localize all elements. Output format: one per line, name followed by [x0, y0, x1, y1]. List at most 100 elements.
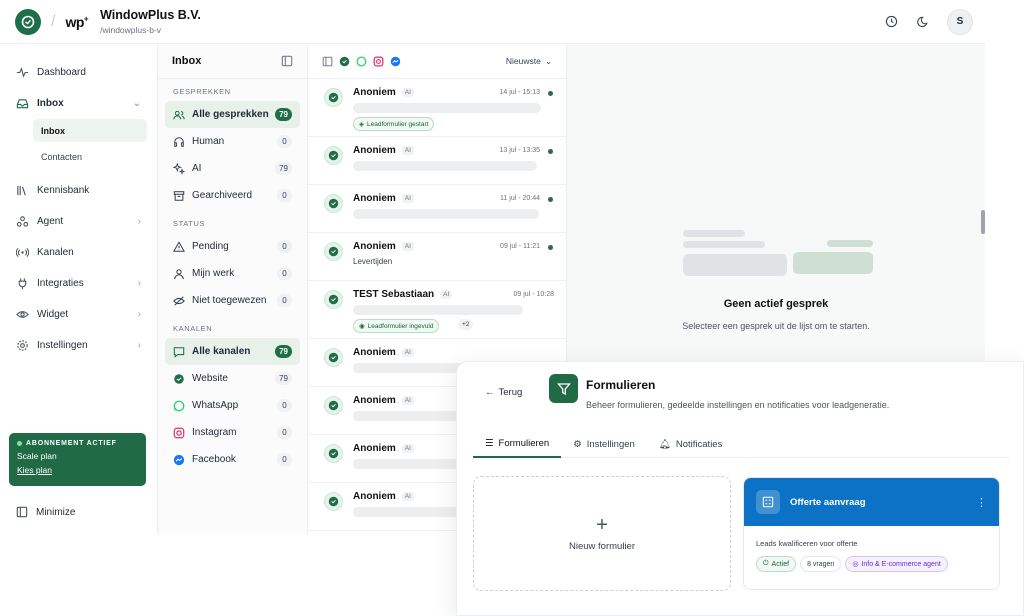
instagram-icon[interactable]: [373, 56, 384, 67]
conversation-item[interactable]: Anoniem AI 13 jul - 13:35: [308, 137, 566, 185]
filter-ai[interactable]: AI 79: [165, 155, 300, 182]
sidebar-item-label: Kanalen: [37, 247, 74, 258]
filter-label: Alle gesprekken: [192, 109, 269, 120]
scrollbar-thumb[interactable]: [981, 210, 985, 234]
org-switcher[interactable]: WindowPlus B.V. /windowplus-b-v: [100, 8, 201, 35]
power-icon: ⏻: [763, 560, 769, 567]
filter-label: Facebook: [192, 454, 236, 465]
panel-toggle-icon[interactable]: [281, 55, 293, 67]
forms-title: Formulieren: [586, 378, 656, 392]
chevron-right-icon[interactable]: ›: [138, 278, 141, 289]
forms-tabs: ☰ Formulieren ⚙ Instellingen 🔔︎ Notifica…: [473, 430, 1009, 458]
status-badge: ⏻ Actief: [756, 556, 797, 572]
brand-logo[interactable]: wp+: [65, 14, 88, 30]
filter-label: Niet toegewezen: [192, 295, 267, 306]
arrow-left-icon: ←: [485, 387, 495, 398]
ai-tag: AI: [401, 492, 414, 501]
user-avatar[interactable]: S: [947, 8, 973, 35]
tab-notificaties[interactable]: 🔔︎ Notificaties: [647, 430, 735, 458]
sidebar-item-kennisbank[interactable]: Kennisbank: [0, 175, 157, 206]
eye-icon: [16, 311, 29, 318]
moon-icon[interactable]: [915, 14, 931, 30]
filter-label: Alle kanalen: [192, 346, 251, 357]
breadcrumb-separator: /: [51, 12, 56, 30]
tab-label: Notificaties: [675, 438, 723, 450]
choose-plan-link[interactable]: Kies plan: [17, 465, 138, 475]
org-name: WindowPlus B.V.: [100, 8, 201, 22]
bell-icon: 🔔︎: [658, 438, 671, 450]
filter-instagram[interactable]: Instagram 0: [165, 419, 300, 446]
top-bar: / wp+ WindowPlus B.V. /windowplus-b-v S: [0, 0, 985, 44]
conversation-time: 09 jul - 10:28: [513, 291, 554, 298]
filter-alle-kanalen[interactable]: Alle kanalen 79: [165, 338, 300, 365]
more-vertical-icon[interactable]: ⋮: [976, 496, 987, 509]
questions-badge: 8 vragen: [800, 556, 842, 572]
filter-mijn-werk[interactable]: Mijn werk 0: [165, 260, 300, 287]
tab-formulieren[interactable]: ☰ Formulieren: [473, 430, 562, 458]
app-logo[interactable]: [15, 8, 41, 35]
messenger-icon[interactable]: [390, 56, 401, 67]
sidebar-item-dashboard[interactable]: Dashboard: [0, 57, 157, 88]
filter-niet-toegewezen[interactable]: Niet toegewezen 0: [165, 287, 300, 314]
ai-tag: AI: [401, 146, 414, 155]
conversation-item[interactable]: Anoniem AI 09 jul - 11:21 Levertijden: [308, 233, 566, 281]
form-card[interactable]: Offerte aanvraag ⋮ Leads kwalificeren vo…: [743, 477, 1000, 590]
lead-form-badge: ◈ Leadformulier gestart: [353, 117, 435, 131]
filter-human[interactable]: Human 0: [165, 128, 300, 155]
section-status: STATUS: [173, 219, 206, 228]
sort-dropdown[interactable]: Nieuwste ⌄: [506, 56, 552, 67]
conversation-item[interactable]: Anoniem AI 11 jul - 20:44: [308, 185, 566, 233]
minimize-button[interactable]: Minimize: [16, 506, 75, 518]
sidebar-item-agent[interactable]: Agent ›: [0, 206, 157, 237]
panel-toggle-icon[interactable]: [322, 56, 333, 67]
conversation-item[interactable]: TEST Sebastiaan AI 09 jul - 10:28 ◉ Leadfo…: [308, 281, 566, 339]
empty-conversation-state: Geen actief gesprek Selecteer een gespre…: [567, 44, 985, 364]
sidebar-item-instellingen[interactable]: Instellingen ›: [0, 330, 157, 361]
empty-state-subtitle: Selecteer een gesprek uit de lijst om te…: [682, 321, 870, 331]
conversation-item[interactable]: Anoniem AI 14 jul - 15:13 ◈ Leadformulier …: [308, 79, 566, 137]
badge-label: Leadformulier ingevuld: [367, 322, 434, 330]
inbox-subnav: Inbox Contacten: [33, 119, 147, 168]
website-chat-icon: [324, 146, 343, 165]
chevron-right-icon[interactable]: ›: [138, 340, 141, 351]
chevron-right-icon[interactable]: ›: [138, 216, 141, 227]
filter-facebook[interactable]: Facebook 0: [165, 446, 300, 473]
conversation-name: Anoniem: [353, 193, 396, 204]
conversation-name: Anoniem: [353, 241, 396, 252]
count-badge: 79: [275, 345, 292, 358]
back-button[interactable]: ← Terug: [485, 387, 522, 398]
whatsapp-icon[interactable]: [356, 56, 367, 67]
tab-instellingen[interactable]: ⚙ Instellingen: [561, 430, 647, 458]
website-chat-icon: [324, 88, 343, 107]
subnav-item-inbox[interactable]: Inbox: [33, 119, 147, 142]
section-kanalen: KANALEN: [173, 324, 213, 333]
count-badge: 0: [277, 135, 292, 148]
website-chat-icon[interactable]: [339, 56, 350, 67]
subscription-badge: ABONNEMENT ACTIEF: [26, 440, 117, 447]
website-chat-icon: [324, 396, 343, 415]
sidebar-item-widget[interactable]: Widget ›: [0, 299, 157, 330]
website-chat-icon: [324, 242, 343, 261]
filter-website[interactable]: Website 79: [165, 365, 300, 392]
count-badge: 0: [277, 240, 292, 253]
subnav-item-contacten[interactable]: Contacten: [33, 145, 147, 168]
section-gesprekken: GESPREKKEN: [173, 87, 231, 96]
count-badge: 79: [275, 108, 292, 121]
filter-alle-gesprekken[interactable]: Alle gesprekken 79: [165, 101, 300, 128]
empty-state-title: Geen actief gesprek: [723, 298, 829, 310]
chevron-right-icon[interactable]: ›: [138, 309, 141, 320]
history-icon[interactable]: [883, 14, 899, 30]
filter-gearchiveerd[interactable]: Gearchiveerd 0: [165, 182, 300, 209]
chevron-down-icon[interactable]: ⌄: [133, 98, 141, 109]
sidebar-item-kanalen[interactable]: Kanalen: [0, 237, 157, 268]
sidebar-item-integraties[interactable]: Integraties ›: [0, 268, 157, 299]
gear-icon: [17, 340, 28, 351]
filter-pending[interactable]: Pending 0: [165, 233, 300, 260]
plus-icon: +: [596, 514, 608, 536]
filter-whatsapp[interactable]: WhatsApp 0: [165, 392, 300, 419]
sidebar-item-label: Instellingen: [37, 340, 88, 351]
sort-label: Nieuwste: [505, 56, 541, 66]
count-badge: 0: [277, 267, 292, 280]
new-form-button[interactable]: + Nieuw formulier: [473, 476, 731, 591]
sidebar-item-inbox[interactable]: Inbox ⌄: [0, 88, 157, 119]
